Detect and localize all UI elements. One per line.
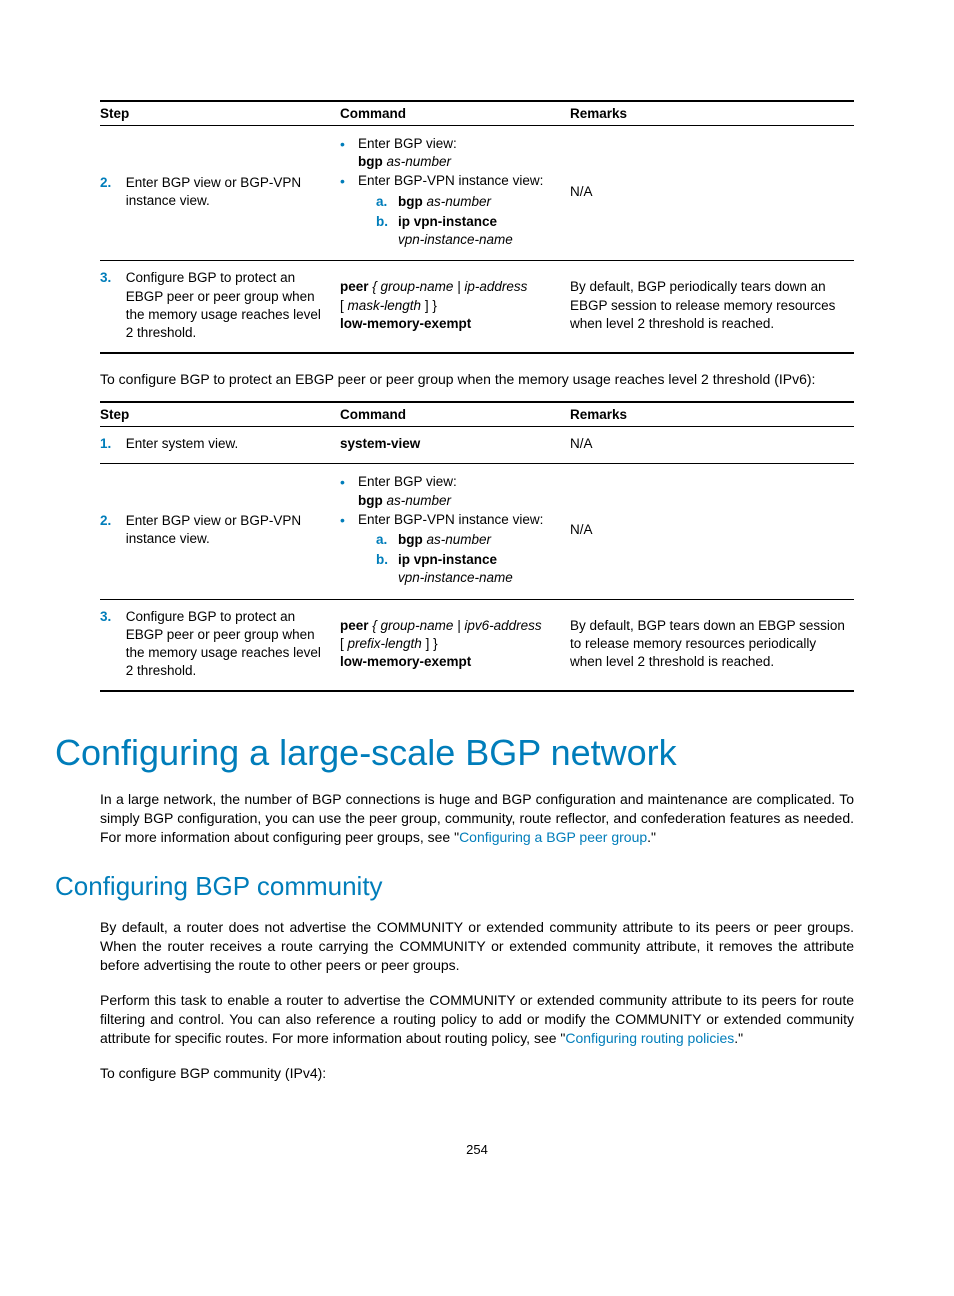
cmd-keyword: low-memory-exempt — [340, 654, 471, 669]
step-text: Enter BGP view or BGP-VPN instance view. — [126, 174, 330, 210]
cmd-label: Enter BGP view: — [358, 136, 457, 151]
remarks-text: N/A — [570, 464, 854, 599]
th-step: Step — [100, 101, 340, 126]
sub-item: b. ip vpn-instance vpn-instance-name — [358, 213, 562, 249]
remarks-text: N/A — [570, 427, 854, 464]
paragraph: To configure BGP community (IPv4): — [100, 1064, 854, 1083]
table-row: 2. Enter BGP view or BGP-VPN instance vi… — [100, 464, 854, 599]
step-number: 2. — [100, 512, 122, 530]
cmd-arg: mask-length — [348, 298, 422, 313]
th-command: Command — [340, 101, 570, 126]
cmd-text: ] } — [421, 298, 437, 313]
sub-item: a. bgp as-number — [358, 531, 562, 549]
step-text: Configure BGP to protect an EBGP peer or… — [126, 608, 330, 681]
th-command: Command — [340, 402, 570, 427]
table-row: 2. Enter BGP view or BGP-VPN instance vi… — [100, 126, 854, 261]
step-number: 3. — [100, 608, 122, 626]
step-text: Configure BGP to protect an EBGP peer or… — [126, 269, 330, 342]
sub-item: b. ip vpn-instance vpn-instance-name — [358, 551, 562, 587]
sub-label: a. — [376, 193, 398, 211]
cmd-keyword: bgp — [358, 493, 383, 508]
cmd-label: Enter BGP-VPN instance view: — [358, 512, 543, 527]
cmd-keyword: low-memory-exempt — [340, 316, 471, 331]
text: ." — [647, 829, 656, 845]
cmd-keyword: ip vpn-instance — [398, 214, 497, 229]
cmd-arg: prefix-length — [348, 636, 422, 651]
cmd-label: Enter BGP view: — [358, 474, 457, 489]
cmd-arg: vpn-instance-name — [398, 232, 513, 247]
bullet: Enter BGP view: bgp as-number — [340, 473, 562, 509]
cmd-arg: { group-name | ip-address — [369, 279, 528, 294]
step-number: 3. — [100, 269, 122, 287]
cmd-arg: { group-name | ipv6-address — [369, 618, 542, 633]
table-row: 3. Configure BGP to protect an EBGP peer… — [100, 261, 854, 353]
heading-2: Configuring BGP community — [55, 871, 854, 902]
th-step: Step — [100, 402, 340, 427]
link-routing-policies[interactable]: Configuring routing policies — [565, 1030, 734, 1046]
step-number: 2. — [100, 174, 122, 192]
table-row: 1. Enter system view. system-view N/A — [100, 427, 854, 464]
cmd-arg: as-number — [383, 493, 451, 508]
remarks-text: N/A — [570, 126, 854, 261]
cmd-arg: as-number — [423, 532, 491, 547]
page-number: 254 — [100, 1142, 854, 1157]
cmd-keyword: ip vpn-instance — [398, 552, 497, 567]
sub-item: a. bgp as-number — [358, 193, 562, 211]
remarks-text: By default, BGP tears down an EBGP sessi… — [570, 599, 854, 691]
cmd-keyword: bgp — [398, 532, 423, 547]
table-ipv6: Step Command Remarks 1. Enter system vie… — [100, 401, 854, 692]
remarks-text: By default, BGP periodically tears down … — [570, 261, 854, 353]
link-bgp-peer-group[interactable]: Configuring a BGP peer group — [459, 829, 647, 845]
step-text: Enter system view. — [126, 435, 330, 453]
paragraph: To configure BGP to protect an EBGP peer… — [100, 370, 854, 389]
paragraph: Perform this task to enable a router to … — [100, 991, 854, 1048]
cmd-text: [ — [340, 298, 348, 313]
cmd-text: [ — [340, 636, 348, 651]
cmd-label: Enter BGP-VPN instance view: — [358, 173, 543, 188]
paragraph: By default, a router does not advertise … — [100, 918, 854, 975]
step-number: 1. — [100, 435, 122, 453]
text: ." — [734, 1030, 743, 1046]
cmd-arg: vpn-instance-name — [398, 570, 513, 585]
step-text: Enter BGP view or BGP-VPN instance view. — [126, 512, 330, 548]
table-row: 3. Configure BGP to protect an EBGP peer… — [100, 599, 854, 691]
bullet: Enter BGP-VPN instance view: a. bgp as-n… — [340, 172, 562, 249]
bullet: Enter BGP view: bgp as-number — [340, 135, 562, 171]
cmd-keyword: peer — [340, 618, 369, 633]
cmd-keyword: bgp — [358, 154, 383, 169]
th-remarks: Remarks — [570, 101, 854, 126]
cmd-keyword: peer — [340, 279, 369, 294]
sub-label: b. — [376, 551, 398, 587]
cmd-keyword: system-view — [340, 436, 420, 451]
cmd-keyword: bgp — [398, 194, 423, 209]
sub-label: a. — [376, 531, 398, 549]
th-remarks: Remarks — [570, 402, 854, 427]
bullet: Enter BGP-VPN instance view: a. bgp as-n… — [340, 511, 562, 588]
table-ipv4: Step Command Remarks 2. Enter BGP view o… — [100, 100, 854, 354]
cmd-arg: as-number — [423, 194, 491, 209]
cmd-arg: as-number — [383, 154, 451, 169]
paragraph: In a large network, the number of BGP co… — [100, 790, 854, 847]
cmd-text: ] } — [422, 636, 438, 651]
heading-1: Configuring a large-scale BGP network — [55, 732, 854, 774]
sub-label: b. — [376, 213, 398, 249]
